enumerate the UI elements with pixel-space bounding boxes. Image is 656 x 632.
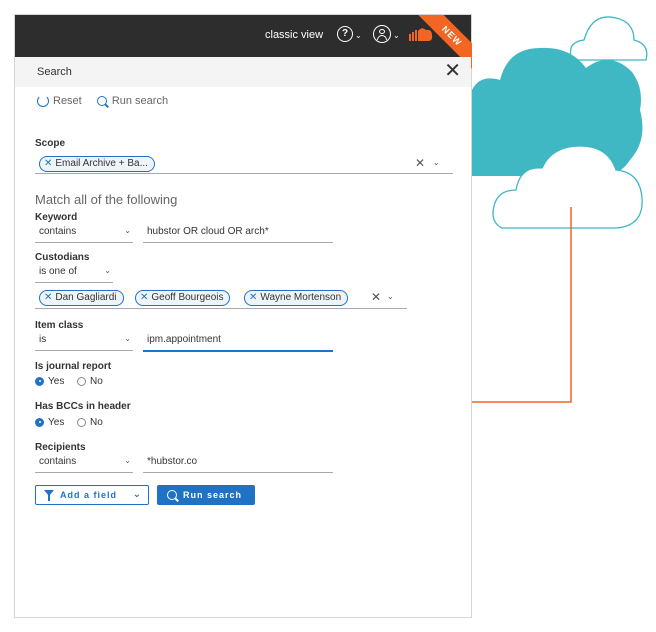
chevron-down-icon: ⌄ (132, 489, 142, 500)
filter-icon (44, 490, 54, 501)
chevron-down-icon: ⌄ (124, 334, 131, 343)
clear-scope-icon[interactable]: ✕ (415, 156, 425, 170)
journal-report-label: Is journal report (35, 361, 112, 372)
search-icon (167, 490, 177, 500)
bcc-no-radio[interactable]: No (77, 417, 103, 428)
custodians-operator-select[interactable]: is one of ⌄ (35, 266, 113, 283)
keyword-operator-select[interactable]: contains ⌄ (35, 226, 133, 243)
custodians-field[interactable] (35, 308, 407, 309)
chevron-down-icon[interactable]: ⌄ (387, 292, 394, 301)
custodian-chip[interactable]: ✕ Geoff Bourgeois (135, 290, 231, 306)
scope-field[interactable] (35, 173, 453, 174)
search-panel: classic view ? ⌄ ⌄ NEW Search ✕ Reset Ru… (14, 14, 472, 618)
custodians-label: Custodians (35, 252, 90, 263)
custodian-chip[interactable]: ✕ Wayne Mortenson (244, 290, 349, 306)
journal-no-radio[interactable]: No (77, 376, 103, 387)
classic-view-link[interactable]: classic view (265, 29, 323, 41)
recipients-input[interactable]: *hubstor.co (143, 456, 333, 473)
close-icon[interactable]: ✕ (444, 61, 461, 81)
item-class-label: Item class (35, 320, 84, 331)
small-cloud-icon (569, 16, 648, 61)
chevron-down-icon: ⌄ (124, 456, 131, 465)
add-field-button[interactable]: Add a field ⌄ (35, 485, 149, 505)
help-icon[interactable]: ? (337, 26, 353, 42)
top-bar: classic view ? ⌄ ⌄ NEW (15, 15, 472, 71)
recipients-label: Recipients (35, 442, 86, 453)
user-account-icon[interactable] (373, 25, 391, 43)
chevron-down-icon[interactable]: ⌄ (393, 31, 400, 40)
chevron-down-icon: ⌄ (104, 266, 111, 275)
panel-header: Search ✕ (15, 57, 471, 87)
reset-icon[interactable] (37, 95, 49, 108)
chevron-down-icon[interactable]: ⌄ (355, 31, 362, 40)
match-heading: Match all of the following (35, 192, 178, 207)
item-class-operator-select[interactable]: is ⌄ (35, 334, 133, 351)
remove-chip-icon[interactable]: ✕ (44, 158, 52, 169)
clear-custodians-icon[interactable]: ✕ (371, 290, 381, 304)
journal-yes-radio[interactable]: Yes (35, 376, 64, 387)
custodian-chip[interactable]: ✕ Dan Gagliardi (39, 290, 124, 306)
run-search-button[interactable]: Run search (157, 485, 255, 505)
scope-chip[interactable]: ✕ Email Archive + Ba... (39, 156, 155, 172)
chevron-down-icon[interactable]: ⌄ (433, 158, 440, 167)
remove-chip-icon[interactable]: ✕ (249, 292, 257, 303)
search-icon[interactable] (96, 96, 107, 107)
run-search-link[interactable]: Run search (112, 95, 168, 107)
keyword-input[interactable]: hubstor OR cloud OR arch* (143, 226, 333, 243)
remove-chip-icon[interactable]: ✕ (44, 292, 52, 303)
bcc-yes-radio[interactable]: Yes (35, 417, 64, 428)
recipients-operator-select[interactable]: contains ⌄ (35, 456, 133, 473)
remove-chip-icon[interactable]: ✕ (140, 292, 148, 303)
scope-label: Scope (35, 138, 66, 149)
search-toolbar: Reset Run search (37, 95, 168, 108)
keyword-label: Keyword (35, 212, 78, 223)
item-class-input[interactable]: ipm.appointment (143, 334, 333, 352)
bcc-header-label: Has BCCs in header (35, 401, 131, 412)
panel-title: Search (37, 66, 72, 78)
chevron-down-icon: ⌄ (124, 226, 131, 235)
reset-button[interactable]: Reset (53, 95, 82, 107)
